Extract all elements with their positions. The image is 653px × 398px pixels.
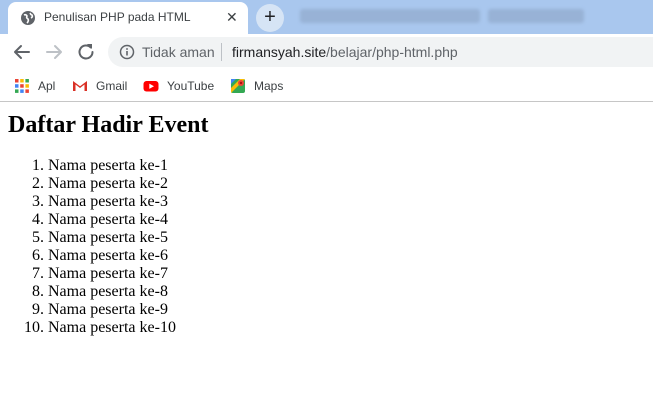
bookmark-label: Apl	[38, 79, 56, 93]
tab-strip: Penulisan PHP pada HTML ✕ +	[0, 0, 653, 34]
youtube-icon	[143, 81, 159, 92]
list-item: Nama peserta ke-10	[48, 319, 176, 337]
bookmark-label: Maps	[254, 79, 284, 93]
divider	[221, 43, 222, 61]
list-item: Nama peserta ke-3	[48, 193, 176, 211]
bookmark-label: Gmail	[96, 79, 128, 93]
bookmark-youtube[interactable]: YouTube	[143, 77, 214, 95]
address-bar[interactable]: Tidak aman firmansyah.site/belajar/php-h…	[108, 37, 653, 67]
list-item: Nama peserta ke-5	[48, 229, 176, 247]
globe-icon	[21, 11, 35, 25]
info-icon[interactable]	[119, 44, 135, 60]
back-arrow-icon[interactable]	[10, 40, 34, 64]
maps-icon	[231, 79, 245, 93]
tab-title: Penulisan PHP pada HTML	[44, 10, 191, 24]
url-path: /belajar/php-html.php	[326, 44, 458, 60]
list-item: Nama peserta ke-6	[48, 247, 176, 265]
forward-arrow-icon[interactable]	[42, 40, 66, 64]
reload-icon[interactable]	[74, 40, 98, 64]
url-text[interactable]: firmansyah.site/belajar/php-html.php	[232, 44, 458, 60]
list-item: Nama peserta ke-9	[48, 301, 176, 319]
bookmark-maps[interactable]: Maps	[230, 77, 283, 95]
apps-grid-icon	[15, 79, 29, 93]
page-heading: Daftar Hadir Event	[8, 112, 209, 138]
bookmark-gmail[interactable]: Gmail	[72, 77, 127, 95]
blurred-tab-area	[488, 9, 584, 23]
list-item: Nama peserta ke-7	[48, 265, 176, 283]
bookmarks-bar: Apl Gmail YouTube Maps	[0, 70, 653, 102]
list-item: Nama peserta ke-4	[48, 211, 176, 229]
participant-list: Nama peserta ke-1 Nama peserta ke-2 Nama…	[8, 157, 176, 337]
blurred-tab-area	[300, 9, 480, 23]
security-status[interactable]: Tidak aman	[142, 44, 215, 60]
new-tab-button[interactable]: +	[256, 4, 284, 32]
gmail-icon	[73, 81, 87, 91]
close-tab-icon[interactable]: ✕	[226, 9, 238, 25]
bookmark-label: YouTube	[167, 79, 215, 93]
bookmark-apps[interactable]: Apl	[14, 77, 55, 95]
url-host: firmansyah.site	[232, 44, 327, 60]
list-item: Nama peserta ke-8	[48, 283, 176, 301]
browser-tab[interactable]: Penulisan PHP pada HTML ✕	[8, 2, 248, 34]
page-content: Daftar Hadir Event Nama peserta ke-1 Nam…	[0, 103, 653, 398]
list-item: Nama peserta ke-2	[48, 175, 176, 193]
list-item: Nama peserta ke-1	[48, 157, 176, 175]
browser-toolbar: Tidak aman firmansyah.site/belajar/php-h…	[0, 34, 653, 70]
